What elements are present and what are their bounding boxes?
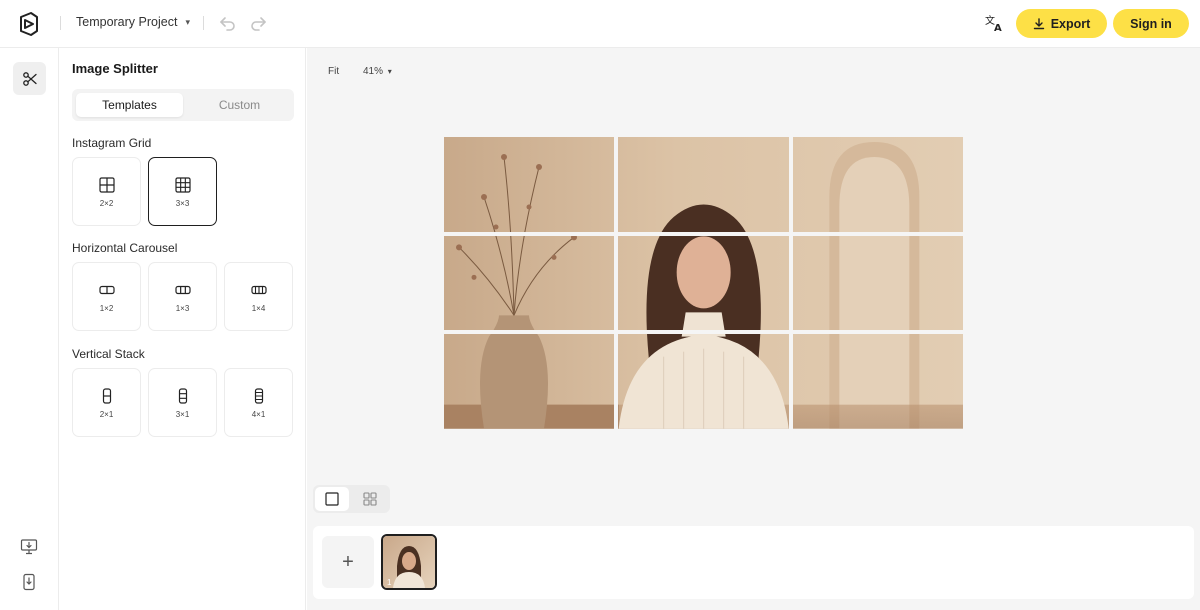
grid-view-button[interactable] xyxy=(353,487,387,511)
template-tile-2x1[interactable]: 2×1 xyxy=(72,368,141,437)
add-image-button[interactable]: + xyxy=(322,536,374,588)
image-filmstrip: + 1 xyxy=(313,526,1194,599)
zoom-level: 41% xyxy=(363,66,384,77)
grid-cell-1-1[interactable] xyxy=(444,137,615,232)
grid-cell-2-3[interactable] xyxy=(792,235,963,331)
grid-2x2-icon xyxy=(99,177,115,193)
carousel-1x4-icon xyxy=(251,285,267,295)
template-tile-3x3[interactable]: 3×3 xyxy=(148,157,217,226)
image-tile xyxy=(792,334,963,429)
tile-label: 3×1 xyxy=(175,410,190,419)
tile-label: 3×3 xyxy=(175,199,190,208)
project-name-dropdown[interactable]: Temporary Project ▾ xyxy=(76,15,190,29)
tool-rail xyxy=(0,48,59,610)
template-tile-1x2[interactable]: 1×2 xyxy=(72,262,141,331)
square-icon xyxy=(325,492,339,506)
desktop-download-icon[interactable] xyxy=(20,538,38,556)
chevron-down-icon: ▾ xyxy=(387,67,392,76)
section-label-vertical-stack: Vertical Stack xyxy=(72,347,145,361)
thumbnail-index: 1 xyxy=(387,578,392,587)
image-tile xyxy=(444,137,615,232)
sign-in-label: Sign in xyxy=(1130,16,1172,31)
sign-in-button[interactable]: Sign in xyxy=(1113,9,1189,38)
grid-view-icon xyxy=(363,492,377,506)
export-button[interactable]: Export xyxy=(1016,9,1107,38)
splitter-tool-button[interactable] xyxy=(13,62,46,95)
section-label-horizontal-carousel: Horizontal Carousel xyxy=(72,241,178,255)
template-tile-4x1[interactable]: 4×1 xyxy=(224,368,293,437)
translate-icon[interactable]: 文 A xyxy=(984,13,1004,33)
panel-title: Image Splitter xyxy=(72,61,158,76)
svg-text:A: A xyxy=(994,23,1002,33)
tile-label: 1×4 xyxy=(251,304,266,313)
image-tile xyxy=(618,137,789,232)
image-tile xyxy=(618,235,789,331)
export-label: Export xyxy=(1050,16,1091,31)
tile-label: 2×2 xyxy=(99,199,114,208)
tile-label: 2×1 xyxy=(99,410,114,419)
grid-cell-1-3[interactable] xyxy=(792,137,963,232)
canvas-area: Fit 41% ▾ + 1 xyxy=(307,48,1200,610)
grid-cell-2-1[interactable] xyxy=(444,235,615,331)
project-name: Temporary Project xyxy=(76,15,178,29)
divider xyxy=(203,16,204,30)
download-icon xyxy=(1033,17,1044,29)
image-tile xyxy=(792,235,963,331)
section-label-instagram-grid: Instagram Grid xyxy=(72,136,152,150)
tile-label: 1×2 xyxy=(99,304,114,313)
view-toggle xyxy=(313,485,390,513)
template-tile-1x3[interactable]: 1×3 xyxy=(148,262,217,331)
undo-icon[interactable] xyxy=(218,13,238,33)
grid-cell-3-2[interactable] xyxy=(618,334,789,429)
carousel-1x2-icon xyxy=(99,285,115,295)
template-mode-tabs: Templates Custom xyxy=(72,89,294,121)
app-logo-icon[interactable] xyxy=(16,11,42,37)
template-tile-2x2[interactable]: 2×2 xyxy=(72,157,141,226)
redo-icon[interactable] xyxy=(248,13,268,33)
tile-label: 1×3 xyxy=(175,304,190,313)
image-splitter-panel: Image Splitter Templates Custom Instagra… xyxy=(60,48,306,610)
image-tile xyxy=(444,334,615,429)
stack-4x1-icon xyxy=(254,388,264,404)
tab-templates[interactable]: Templates xyxy=(76,93,183,117)
template-tile-1x4[interactable]: 1×4 xyxy=(224,262,293,331)
stack-2x1-icon xyxy=(102,388,112,404)
grid-cell-3-1[interactable] xyxy=(444,334,615,429)
divider xyxy=(60,16,61,30)
tab-custom[interactable]: Custom xyxy=(186,93,293,117)
grid-3x3-icon xyxy=(175,177,191,193)
single-view-button[interactable] xyxy=(315,487,349,511)
image-tile xyxy=(618,334,789,429)
mobile-download-icon[interactable] xyxy=(20,573,38,591)
tile-label: 4×1 xyxy=(251,410,266,419)
grid-cell-3-3[interactable] xyxy=(792,334,963,429)
scissors-icon xyxy=(22,71,37,86)
image-tile xyxy=(792,137,963,232)
carousel-1x3-icon xyxy=(175,285,191,295)
top-bar: Temporary Project ▾ 文 A Export Sign in xyxy=(0,0,1200,48)
image-thumbnail[interactable]: 1 xyxy=(381,534,437,590)
image-tile xyxy=(444,235,615,331)
fit-button[interactable]: Fit xyxy=(328,66,339,77)
stack-3x1-icon xyxy=(178,388,188,404)
zoom-dropdown[interactable]: 41% ▾ xyxy=(363,66,392,77)
split-image-grid xyxy=(444,137,963,429)
grid-cell-1-2[interactable] xyxy=(618,137,789,232)
chevron-down-icon: ▾ xyxy=(185,16,190,27)
template-tile-3x1[interactable]: 3×1 xyxy=(148,368,217,437)
grid-cell-2-2[interactable] xyxy=(618,235,789,331)
